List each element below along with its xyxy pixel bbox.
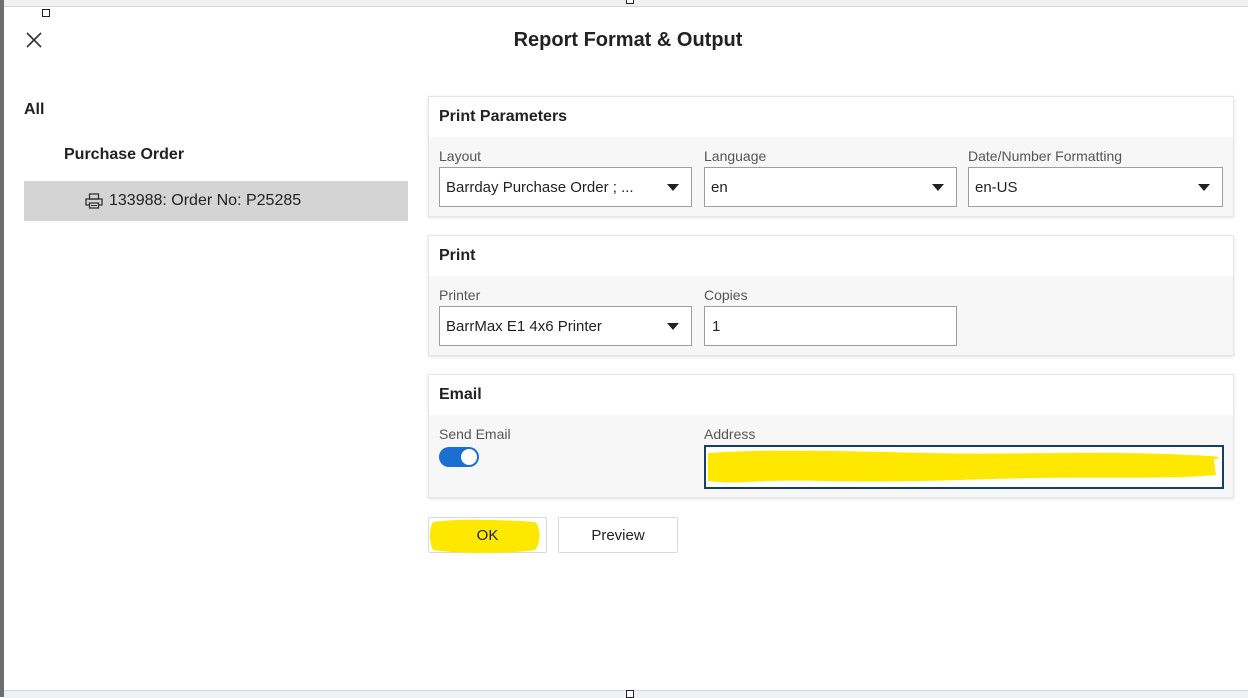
preview-button-label: Preview [591,526,645,544]
printer-value: BarrMax E1 4x6 Printer [446,317,602,335]
language-value: en [711,178,728,196]
chevron-down-icon [932,184,944,191]
email-header: Email [429,375,1233,415]
toggle-knob [461,449,477,465]
copies-value: 1 [712,317,721,335]
language-label: Language [704,148,767,164]
formatting-select[interactable]: en-US [968,167,1223,207]
print-parameters-card: Print Parameters Layout Barrday Purchase… [428,96,1234,217]
copies-input[interactable]: 1 [704,306,957,346]
formatting-field: Date/Number Formatting en-US [968,147,1223,207]
printer-select[interactable]: BarrMax E1 4x6 Printer [439,306,692,346]
formatting-value: en-US [975,178,1018,196]
print-header: Print [429,236,1233,276]
printer-label: Printer [439,287,481,303]
tree-item-order[interactable]: 133988: Order No: P25285 [24,181,408,221]
window-left-border [0,0,4,697]
layout-field: Layout Barrday Purchase Order ; ... [439,147,692,207]
tree-root-all[interactable]: All [24,101,44,119]
redaction-mark [708,450,1220,483]
print-card: Print Printer BarrMax E1 4x6 Printer Cop… [428,235,1234,356]
tree-item-label: 133988: Order No: P25285 [109,192,302,209]
copies-field: Copies 1 [704,286,957,346]
address-label: Address [704,426,756,442]
printer-field: Printer BarrMax E1 4x6 Printer [439,286,692,346]
chevron-down-icon [1198,184,1210,191]
printer-icon [85,193,103,209]
formatting-label: Date/Number Formatting [968,148,1123,164]
layout-label: Layout [439,148,482,164]
send-email-label: Send Email [439,426,511,442]
dialog-title: Report Format & Output [513,29,743,51]
copies-label: Copies [704,287,748,303]
ok-button[interactable]: OK [428,517,547,553]
chevron-down-icon [667,323,679,330]
layout-value: Barrday Purchase Order ; ... [446,178,634,196]
tree-group-purchase-order[interactable]: Purchase Order [64,146,184,164]
send-email-field: Send Email [439,425,511,467]
print-parameters-header: Print Parameters [429,97,1233,137]
preview-button[interactable]: Preview [558,517,678,553]
send-email-toggle[interactable] [439,447,479,467]
ok-button-label: OK [476,526,499,544]
language-field: Language en [704,147,957,207]
layout-select[interactable]: Barrday Purchase Order ; ... [439,167,692,207]
language-select[interactable]: en [704,167,957,207]
address-value [706,447,713,464]
address-input[interactable] [704,445,1224,489]
chevron-down-icon [667,184,679,191]
resize-handle-top[interactable] [626,0,634,4]
resize-handle-top-left[interactable] [42,9,50,17]
address-field: Address [704,425,1224,489]
email-card: Email Send Email Address [428,374,1234,498]
